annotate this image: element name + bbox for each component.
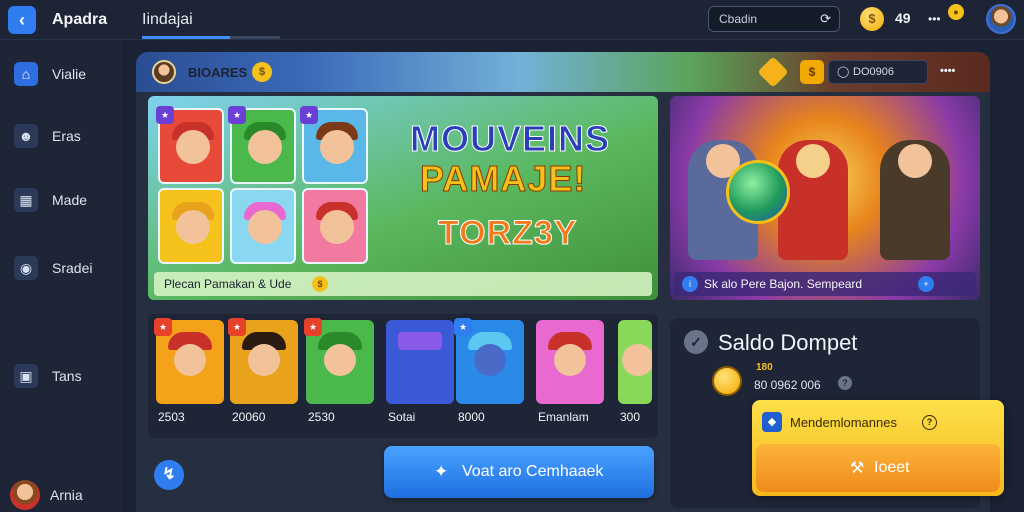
share-icon[interactable]: ↯ <box>154 460 184 490</box>
sidebar-item-eras[interactable]: ☻ Eras <box>0 118 122 154</box>
panel-search-text: DO0906 <box>853 66 894 78</box>
header-avatar[interactable] <box>152 60 176 84</box>
coin-icon: $ <box>312 276 328 292</box>
search-icon[interactable]: ⟳ <box>820 11 831 27</box>
panel-header: BIOARES $ $ ◯ DO0906 •••• <box>136 52 990 92</box>
sidebar-item-label: Vialie <box>52 66 86 82</box>
promo-text: Mendemlomannes <box>790 415 897 430</box>
sidebar-item-tans[interactable]: ▣ Tans <box>0 358 122 394</box>
check-icon: ✓ <box>684 330 708 354</box>
tile-badge: ★ <box>228 106 246 124</box>
game-label: Sotai <box>388 410 416 424</box>
user-icon: ☻ <box>14 124 38 148</box>
game-label: Emanlam <box>538 410 589 424</box>
gem-icon[interactable] <box>757 56 789 88</box>
sidebar-item-sradei[interactable]: ◉ Sradei <box>0 250 122 286</box>
tile-badge: ★ <box>300 106 318 124</box>
coin-icon: $ <box>252 62 272 82</box>
search-placeholder: Cbadin <box>719 12 758 26</box>
sidebar-item-made[interactable]: ▦ Made <box>0 182 122 218</box>
game-label: 300 <box>620 410 641 424</box>
primary-cta-button[interactable]: ✦ Voat aro Cemhaaek <box>384 446 654 498</box>
promo-card: ◆ Mendemlomannes ? ⚒ Ioeet <box>752 400 1004 496</box>
tab-main[interactable]: Iindajai <box>142 11 193 29</box>
game-card[interactable]: Emanlam <box>536 320 604 432</box>
sidebar-item-label: Tans <box>52 368 82 384</box>
promo-button[interactable]: ⚒ Ioeet <box>756 444 1000 492</box>
tile-badge: ★ <box>156 106 174 124</box>
location-icon: ◉ <box>14 256 38 280</box>
info-icon[interactable]: ? <box>838 376 852 390</box>
badge-icon: ★ <box>454 318 472 336</box>
character-tile[interactable]: ★ <box>156 106 224 184</box>
character-tile[interactable]: ★ <box>228 106 296 184</box>
panel-search-input[interactable]: ◯ DO0906 <box>828 60 928 84</box>
search-input[interactable]: Cbadin ⟳ <box>708 6 840 32</box>
game-card[interactable]: Sotai <box>386 320 454 432</box>
banner-headline-1: MOUVEINS <box>409 118 611 160</box>
banner-headline-2: PAMAJE! <box>419 158 587 200</box>
top-bar: ‹ Apadra Iindajai Cbadin ⟳ $ 49 ••• ● <box>0 0 1024 40</box>
profile-avatar[interactable] <box>10 480 40 510</box>
game-card[interactable]: ★ 8000 <box>454 318 524 432</box>
notification-badge[interactable]: ● <box>948 4 964 20</box>
profile-label[interactable]: Arnia <box>50 487 83 503</box>
calendar-icon: ▦ <box>14 188 38 212</box>
more-dots[interactable]: •••• <box>940 65 955 77</box>
avatar[interactable] <box>986 4 1016 34</box>
game-label: 2503 <box>158 410 185 424</box>
coin-icon <box>712 366 742 396</box>
hammer-icon: ⚒ <box>850 460 865 477</box>
search-icon: ◯ <box>837 66 850 78</box>
sidebar-item-vialie[interactable]: ⌂ Vialie <box>0 56 122 92</box>
game-card[interactable]: ★ 20060 <box>228 318 298 432</box>
tv-icon: ▣ <box>14 364 38 388</box>
wallet-title: Saldo Dompet <box>718 330 858 355</box>
game-card[interactable]: ★ 2503 <box>154 318 224 432</box>
treasure-icon[interactable]: $ <box>800 60 824 84</box>
game-label: 2530 <box>308 410 335 424</box>
featured-banner[interactable]: ★ ★ ★ MOUVEINS PAMAJE! TORZ3Y Plecan Pam… <box>148 96 658 300</box>
character-tile[interactable] <box>230 188 296 264</box>
info-icon[interactable]: ? <box>922 415 937 430</box>
badge-icon: ★ <box>228 318 246 336</box>
menu-dots[interactable]: ••• <box>928 12 941 26</box>
wallet-balance: 80 0962 006 <box>754 378 821 392</box>
tab-progress <box>142 36 280 39</box>
hero-warrior <box>880 140 950 260</box>
badge-icon: ★ <box>154 318 172 336</box>
magic-orb <box>726 160 790 224</box>
sidebar-item-label: Sradei <box>52 260 93 276</box>
wallet-tag: 180 <box>756 362 773 373</box>
app-title: Apadra <box>52 11 108 28</box>
game-card[interactable]: ★ 2530 <box>304 318 374 432</box>
sidebar: ⌂ Vialie ☻ Eras ▦ Made ◉ Sradei ▣ Tans A… <box>0 40 122 512</box>
game-label: 20060 <box>232 410 266 424</box>
event-banner[interactable]: i Sk alo Pere Bajon. Sempeard + <box>670 96 980 300</box>
coin-icon: $ <box>860 7 884 31</box>
coin-count: 49 <box>895 10 911 26</box>
game-label: 8000 <box>458 410 485 424</box>
plus-icon[interactable]: + <box>918 276 934 292</box>
cta-label: Voat aro Cemhaaek <box>462 463 604 480</box>
promo-button-label: Ioeet <box>874 459 910 476</box>
promo-icon: ◆ <box>762 412 782 432</box>
character-tile[interactable]: ★ <box>300 106 368 184</box>
banner-caption: Plecan Pamakan & Ude <box>164 277 292 291</box>
back-arrow-icon[interactable]: ‹ <box>8 6 36 34</box>
game-list: ★ 2503 ★ 20060 ★ 2530 Sotai ★ 8000 Emanl… <box>148 314 658 438</box>
banner-headline-3: TORZ3Y <box>438 214 578 253</box>
sidebar-item-label: Eras <box>52 128 81 144</box>
character-tile[interactable] <box>302 188 368 264</box>
character-tile[interactable] <box>158 188 224 264</box>
star-icon: ✦ <box>434 462 449 481</box>
info-icon: i <box>682 276 698 292</box>
home-icon: ⌂ <box>14 62 38 86</box>
sidebar-item-label: Made <box>52 192 88 208</box>
panel-title: BIOARES <box>188 65 248 80</box>
badge-icon: ★ <box>304 318 322 336</box>
game-card[interactable]: 300 <box>618 320 652 432</box>
event-caption: Sk alo Pere Bajon. Sempeard <box>704 277 863 291</box>
